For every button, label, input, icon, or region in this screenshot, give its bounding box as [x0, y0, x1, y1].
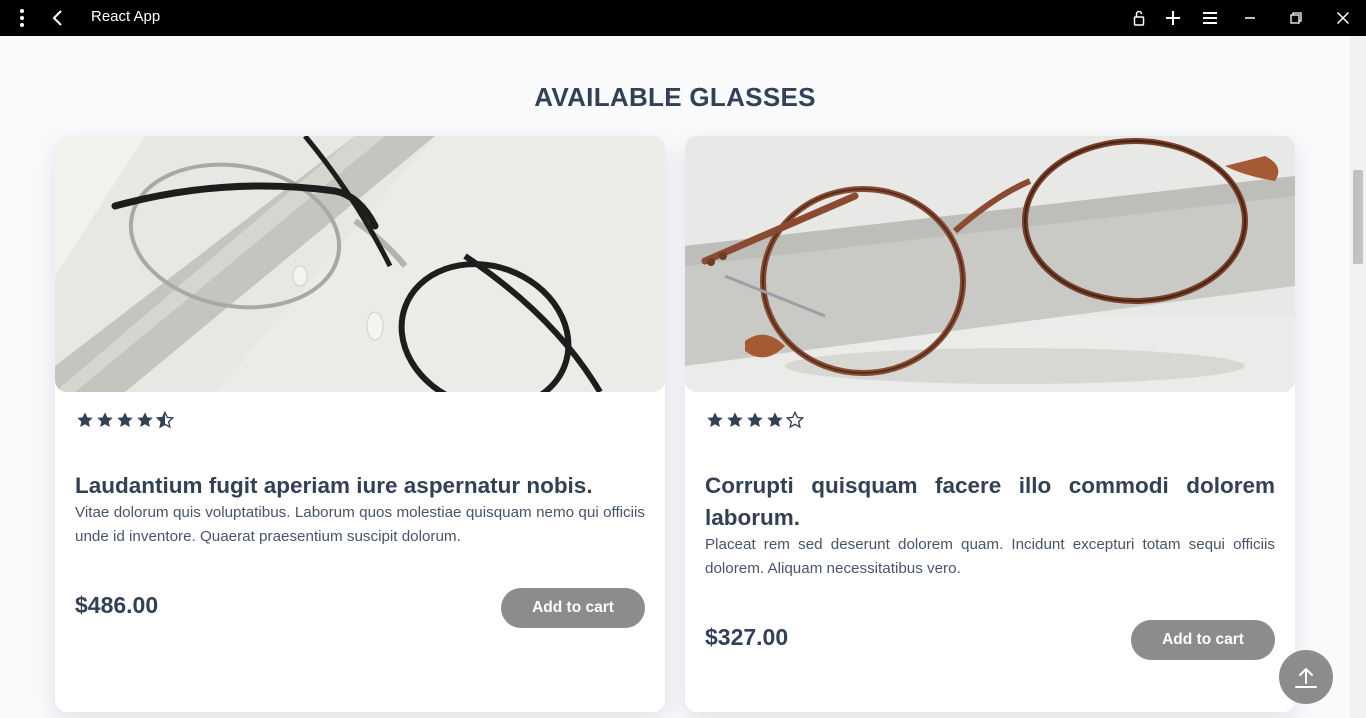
scrollbar-thumb[interactable] — [1353, 170, 1363, 264]
kebab-menu-icon[interactable] — [10, 6, 34, 30]
restore-icon[interactable] — [1284, 6, 1308, 30]
star-filled-icon — [705, 410, 725, 430]
product-description: Placeat rem sed deserunt dolorem quam. I… — [705, 536, 1275, 577]
plus-icon[interactable] — [1161, 6, 1185, 30]
product-price: $327.00 — [705, 624, 789, 650]
product-description: Vitae dolorum quis voluptatibus. Laborum… — [75, 504, 645, 545]
star-rating — [75, 410, 175, 430]
scrollbar-track[interactable] — [1350, 36, 1366, 718]
add-to-cart-button[interactable]: Add to cart — [1131, 620, 1275, 660]
product-image — [55, 136, 665, 392]
hamburger-menu-icon[interactable] — [1198, 6, 1222, 30]
star-filled-icon — [95, 410, 115, 430]
add-to-cart-button[interactable]: Add to cart — [501, 588, 645, 628]
product-card: Corrupti quisquam facere illo commodi do… — [685, 136, 1295, 712]
star-rating — [705, 410, 805, 430]
back-arrow-icon[interactable] — [46, 6, 70, 30]
scroll-to-top-button[interactable] — [1279, 650, 1333, 704]
star-filled-icon — [115, 410, 135, 430]
page-title: AVAILABLE GLASSES — [534, 82, 816, 112]
product-title: Corrupti quisquam facere illo commodi do… — [705, 473, 1275, 530]
product-price: $486.00 — [75, 592, 159, 618]
star-half-icon — [155, 410, 175, 430]
star-filled-icon — [745, 410, 765, 430]
close-icon[interactable] — [1331, 6, 1355, 30]
window-title: React App — [91, 8, 161, 25]
star-filled-icon — [765, 410, 785, 430]
upload-arrow-icon — [1295, 668, 1317, 688]
star-empty-icon — [785, 410, 805, 430]
star-filled-icon — [135, 410, 155, 430]
lock-icon[interactable] — [1127, 6, 1151, 30]
product-card: Laudantium fugit aperiam iure aspernatur… — [55, 136, 665, 712]
product-title: Laudantium fugit aperiam iure aspernatur… — [75, 473, 593, 498]
star-filled-icon — [725, 410, 745, 430]
minimize-icon[interactable] — [1238, 6, 1262, 30]
product-image — [685, 136, 1295, 392]
window-titlebar: React App — [0, 0, 1366, 36]
star-filled-icon — [75, 410, 95, 430]
